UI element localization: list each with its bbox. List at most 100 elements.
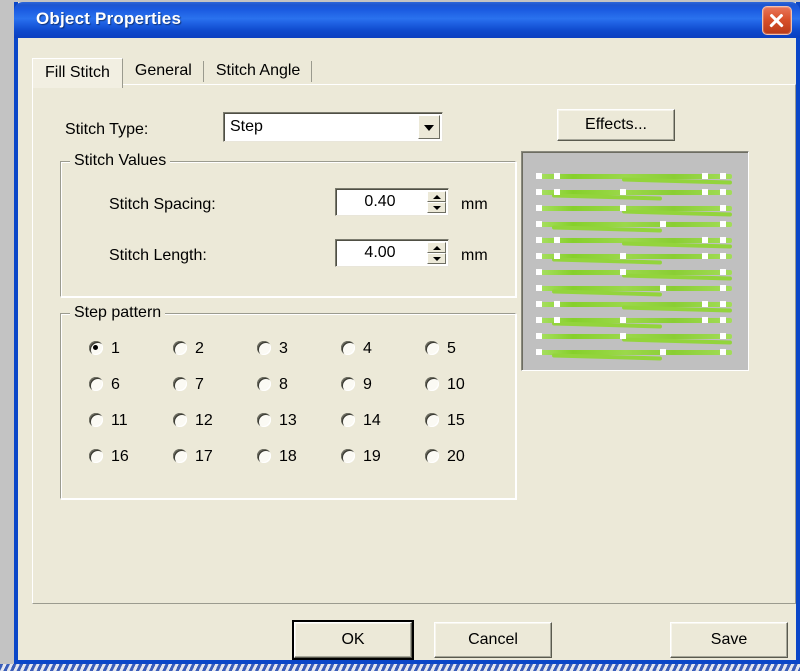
step-pattern-radio-label: 11 bbox=[111, 412, 128, 429]
step-pattern-group: Step pattern 1 2 3 4 5 6 7 8 9 10 11 12 13 14 15 16 17 18… bbox=[60, 304, 516, 499]
stitch-node bbox=[554, 173, 560, 179]
tab-general[interactable]: General bbox=[122, 58, 204, 85]
radio-icon bbox=[173, 341, 187, 355]
screen: Object Properties Fill Stitch General St… bbox=[0, 0, 800, 671]
radio-icon bbox=[257, 449, 271, 463]
effects-button[interactable]: Effects... bbox=[557, 109, 675, 141]
stitch-node bbox=[536, 301, 542, 307]
stitch-node bbox=[660, 221, 666, 227]
save-button[interactable]: Save bbox=[670, 622, 788, 658]
chevron-down-icon[interactable] bbox=[418, 115, 440, 139]
dialog-footer: OK Cancel Save bbox=[18, 604, 796, 664]
radio-icon bbox=[173, 413, 187, 427]
radio-icon bbox=[425, 449, 439, 463]
tab-general-label: General bbox=[134, 62, 192, 79]
title-bar[interactable]: Object Properties bbox=[14, 2, 800, 38]
radio-icon bbox=[173, 449, 187, 463]
stitch-node bbox=[620, 205, 626, 211]
stitch-row bbox=[522, 205, 748, 217]
stitch-length-stepper[interactable] bbox=[427, 242, 446, 264]
stitch-length-input[interactable]: 4.00 bbox=[335, 239, 449, 267]
stepper-up-icon[interactable] bbox=[427, 191, 446, 202]
step-pattern-radio-label: 1 bbox=[111, 340, 120, 357]
stitch-row bbox=[522, 237, 748, 249]
radio-icon bbox=[89, 449, 103, 463]
step-pattern-radio-label: 18 bbox=[279, 448, 297, 465]
step-pattern-radio-label: 20 bbox=[447, 448, 465, 465]
stitch-node bbox=[536, 349, 542, 355]
stepper-up-icon[interactable] bbox=[427, 242, 446, 253]
tab-separator bbox=[311, 61, 313, 82]
stitch-node bbox=[536, 173, 542, 179]
close-icon[interactable] bbox=[762, 6, 792, 35]
stitch-spacing-value: 0.40 bbox=[364, 193, 396, 210]
tab-stitch-angle[interactable]: Stitch Angle bbox=[203, 58, 313, 85]
tab-stitch-angle-label: Stitch Angle bbox=[215, 62, 301, 79]
radio-icon bbox=[341, 341, 355, 355]
ok-button[interactable]: OK bbox=[292, 620, 414, 660]
stitch-type-label: Stitch Type: bbox=[65, 121, 149, 138]
stitch-node bbox=[720, 285, 726, 291]
stitch-node bbox=[720, 205, 726, 211]
stepper-down-icon[interactable] bbox=[427, 202, 446, 213]
stitch-node bbox=[536, 285, 542, 291]
stitch-row bbox=[522, 253, 748, 265]
radio-icon bbox=[89, 341, 103, 355]
tab-fill-stitch[interactable]: Fill Stitch bbox=[32, 58, 123, 88]
stitch-node bbox=[720, 237, 726, 243]
stitch-node bbox=[620, 317, 626, 323]
effects-button-label: Effects... bbox=[585, 116, 647, 133]
step-pattern-radio-label: 4 bbox=[363, 340, 372, 357]
stitch-row bbox=[522, 189, 748, 201]
stitch-spacing-stepper[interactable] bbox=[427, 191, 446, 213]
tab-strip: Fill Stitch General Stitch Angle bbox=[32, 58, 313, 88]
stitch-node bbox=[702, 189, 708, 195]
stepper-down-icon[interactable] bbox=[427, 253, 446, 264]
step-pattern-radio-label: 3 bbox=[279, 340, 288, 357]
stitch-row bbox=[522, 269, 748, 281]
radio-icon bbox=[341, 449, 355, 463]
stitch-row bbox=[522, 349, 748, 361]
radio-icon bbox=[257, 413, 271, 427]
stitch-node bbox=[620, 269, 626, 275]
stitch-spacing-label: Stitch Spacing: bbox=[109, 196, 216, 213]
step-pattern-radio-label: 13 bbox=[279, 412, 297, 429]
stitch-node bbox=[536, 237, 542, 243]
stitch-values-group-title: Stitch Values bbox=[70, 152, 171, 170]
radio-icon bbox=[425, 413, 439, 427]
stitch-spacing-input[interactable]: 0.40 bbox=[335, 188, 449, 216]
stitch-node bbox=[720, 333, 726, 339]
radio-icon bbox=[425, 341, 439, 355]
stitch-node bbox=[702, 173, 708, 179]
step-pattern-group-title: Step pattern bbox=[70, 304, 166, 322]
stitch-row bbox=[522, 221, 748, 233]
stitch-node bbox=[554, 253, 560, 259]
stitch-length-unit: mm bbox=[461, 247, 488, 264]
tab-fill-stitch-label: Fill Stitch bbox=[45, 64, 110, 81]
stitch-node bbox=[554, 189, 560, 195]
stitch-row bbox=[522, 333, 748, 345]
radio-icon bbox=[341, 413, 355, 427]
radio-icon bbox=[89, 377, 103, 391]
step-pattern-radio-label: 2 bbox=[195, 340, 204, 357]
stitch-node bbox=[536, 189, 542, 195]
stitch-row bbox=[522, 317, 748, 329]
stitch-node bbox=[702, 317, 708, 323]
step-pattern-radio-label: 8 bbox=[279, 376, 288, 393]
tab-panel-fill-stitch: Stitch Type: Step Effects... Stitch Valu… bbox=[32, 84, 796, 604]
stitch-node bbox=[536, 221, 542, 227]
stitch-node bbox=[620, 333, 626, 339]
desktop-background-strip bbox=[0, 664, 800, 671]
stitch-node bbox=[554, 237, 560, 243]
cancel-button[interactable]: Cancel bbox=[434, 622, 552, 658]
step-pattern-radio-label: 9 bbox=[363, 376, 372, 393]
stitch-node bbox=[720, 189, 726, 195]
stitch-row bbox=[522, 285, 748, 297]
radio-icon bbox=[257, 377, 271, 391]
stitch-type-combo[interactable]: Step bbox=[223, 112, 443, 142]
stitch-node bbox=[702, 301, 708, 307]
radio-icon bbox=[425, 377, 439, 391]
stitch-length-value: 4.00 bbox=[364, 244, 396, 261]
stitch-node bbox=[620, 189, 626, 195]
step-pattern-radio-label: 10 bbox=[447, 376, 465, 393]
